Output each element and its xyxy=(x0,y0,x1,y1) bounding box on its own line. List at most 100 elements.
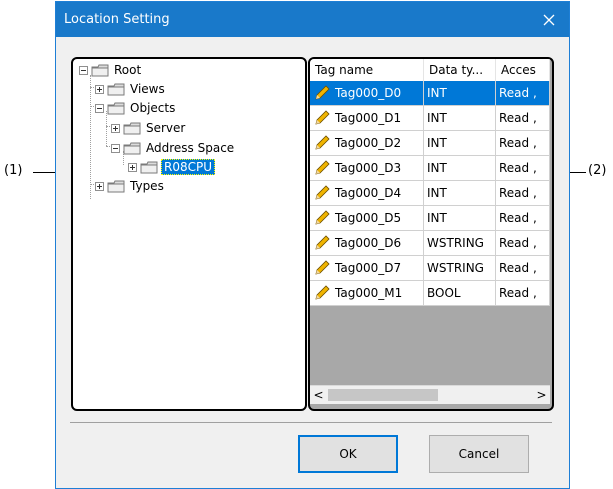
tree-node-root[interactable]: Root xyxy=(79,62,143,78)
tag-pencil-icon xyxy=(313,235,331,251)
tree-node-types[interactable]: Types xyxy=(95,178,166,194)
folder-icon xyxy=(91,64,109,76)
tree-label-root: Root xyxy=(114,63,142,77)
table-row[interactable]: Tag000_D6 WSTRING Read , xyxy=(310,231,550,256)
tree-node-server[interactable]: Server xyxy=(111,120,187,136)
title-bar: Location Setting xyxy=(56,2,569,37)
separator xyxy=(70,422,552,423)
table-row[interactable]: Tag000_D4 INT Read , xyxy=(310,181,550,206)
scroll-right-button[interactable]: > xyxy=(533,386,550,404)
expand-icon[interactable] xyxy=(128,162,137,172)
tag-name-cell: Tag000_D3 xyxy=(310,156,424,180)
tree-label-types: Types xyxy=(130,179,164,193)
data-type-cell: INT xyxy=(424,81,496,105)
tree-panel[interactable]: Root Views Objects Server Address Space … xyxy=(71,57,307,411)
access-cell: Read , xyxy=(496,231,550,255)
expand-icon[interactable] xyxy=(111,123,120,133)
tree-label-views: Views xyxy=(130,82,165,96)
data-type-cell: BOOL xyxy=(424,281,496,305)
tag-pencil-icon xyxy=(313,110,331,126)
tag-pencil-icon xyxy=(313,260,331,276)
access-cell: Read , xyxy=(496,256,550,280)
tag-name-text: Tag000_D0 xyxy=(335,86,402,100)
table-row[interactable]: Tag000_D7 WSTRING Read , xyxy=(310,256,550,281)
tree-node-views[interactable]: Views xyxy=(95,81,167,97)
tag-name-text: Tag000_D5 xyxy=(335,211,402,225)
collapse-icon[interactable] xyxy=(111,143,120,153)
tag-name-cell: Tag000_D1 xyxy=(310,106,424,130)
collapse-icon[interactable] xyxy=(79,65,88,75)
access-cell: Read , xyxy=(496,81,550,105)
horizontal-scrollbar[interactable]: < > xyxy=(310,385,550,404)
tag-name-text: Tag000_D4 xyxy=(335,186,402,200)
column-header-data-type[interactable]: Data ty... xyxy=(424,59,496,81)
data-type-cell: INT xyxy=(424,131,496,155)
scroll-left-icon: < xyxy=(313,388,324,402)
ok-button[interactable]: OK xyxy=(298,435,398,473)
tag-name-cell: Tag000_M1 xyxy=(310,281,424,305)
access-cell: Read , xyxy=(496,181,550,205)
table-row[interactable]: Tag000_D5 INT Read , xyxy=(310,206,550,231)
access-cell: Read , xyxy=(496,206,550,230)
tag-pencil-icon xyxy=(313,185,331,201)
table-header: Tag name Data ty... Acces xyxy=(310,59,550,81)
dialog-title: Location Setting xyxy=(64,12,170,27)
table-row[interactable]: Tag000_D0 INT Read , xyxy=(310,81,550,106)
tag-name-text: Tag000_M1 xyxy=(335,286,403,300)
tag-name-text: Tag000_D2 xyxy=(335,136,402,150)
data-type-cell: WSTRING xyxy=(424,256,496,280)
scrollbar-thumb[interactable] xyxy=(328,389,438,401)
folder-icon xyxy=(140,161,158,173)
expand-icon[interactable] xyxy=(95,181,104,191)
tag-name-cell: Tag000_D2 xyxy=(310,131,424,155)
cancel-button[interactable]: Cancel xyxy=(429,435,529,473)
folder-icon xyxy=(107,102,125,114)
tree-label-r08cpu: R08CPU xyxy=(161,159,216,175)
data-type-cell: INT xyxy=(424,156,496,180)
tag-pencil-icon xyxy=(313,85,331,101)
access-cell: Read , xyxy=(496,131,550,155)
callout-label-2: (2) xyxy=(588,163,607,178)
data-type-cell: INT xyxy=(424,181,496,205)
tag-name-cell: Tag000_D4 xyxy=(310,181,424,205)
data-type-cell: WSTRING xyxy=(424,231,496,255)
scroll-left-button[interactable]: < xyxy=(310,386,327,404)
close-icon xyxy=(543,14,555,25)
tree-node-objects[interactable]: Objects xyxy=(95,100,177,116)
tag-name-text: Tag000_D6 xyxy=(335,236,402,250)
table-row[interactable]: Tag000_D1 INT Read , xyxy=(310,106,550,131)
access-cell: Read , xyxy=(496,156,550,180)
data-type-cell: INT xyxy=(424,106,496,130)
tag-name-text: Tag000_D1 xyxy=(335,111,402,125)
collapse-icon[interactable] xyxy=(95,103,104,113)
close-button[interactable] xyxy=(529,2,569,37)
table-row[interactable]: Tag000_D3 INT Read , xyxy=(310,156,550,181)
tag-name-cell: Tag000_D7 xyxy=(310,256,424,280)
access-cell: Read , xyxy=(496,281,550,305)
access-cell: Read , xyxy=(496,106,550,130)
tag-name-cell: Tag000_D0 xyxy=(310,81,424,105)
folder-icon xyxy=(107,180,125,192)
tree-line xyxy=(106,111,107,146)
tag-pencil-icon xyxy=(313,135,331,151)
tree-node-r08cpu[interactable]: R08CPU xyxy=(128,159,216,175)
table-row[interactable]: Tag000_D2 INT Read , xyxy=(310,131,550,156)
scroll-right-icon: > xyxy=(536,388,547,402)
tag-pencil-icon xyxy=(313,210,331,226)
callout-label-1: (1) xyxy=(4,163,23,178)
data-type-cell: INT xyxy=(424,206,496,230)
folder-icon xyxy=(123,142,141,154)
tree-label-address-space: Address Space xyxy=(146,141,235,155)
tree-node-address-space[interactable]: Address Space xyxy=(111,140,236,156)
folder-icon xyxy=(107,83,125,95)
column-header-tag-name[interactable]: Tag name xyxy=(310,59,424,81)
expand-icon[interactable] xyxy=(95,84,104,94)
tree-label-server: Server xyxy=(146,121,186,135)
tag-pencil-icon xyxy=(313,285,331,301)
folder-icon xyxy=(123,122,141,134)
tag-list-panel[interactable]: Tag name Data ty... Acces Tag000_D0 INT Re… xyxy=(308,57,554,411)
column-header-access[interactable]: Acces xyxy=(496,59,550,81)
table-row[interactable]: Tag000_M1 BOOL Read , xyxy=(310,281,550,306)
tag-name-cell: Tag000_D5 xyxy=(310,206,424,230)
location-setting-dialog: Location Setting Root Views Objects Serv… xyxy=(55,1,570,489)
